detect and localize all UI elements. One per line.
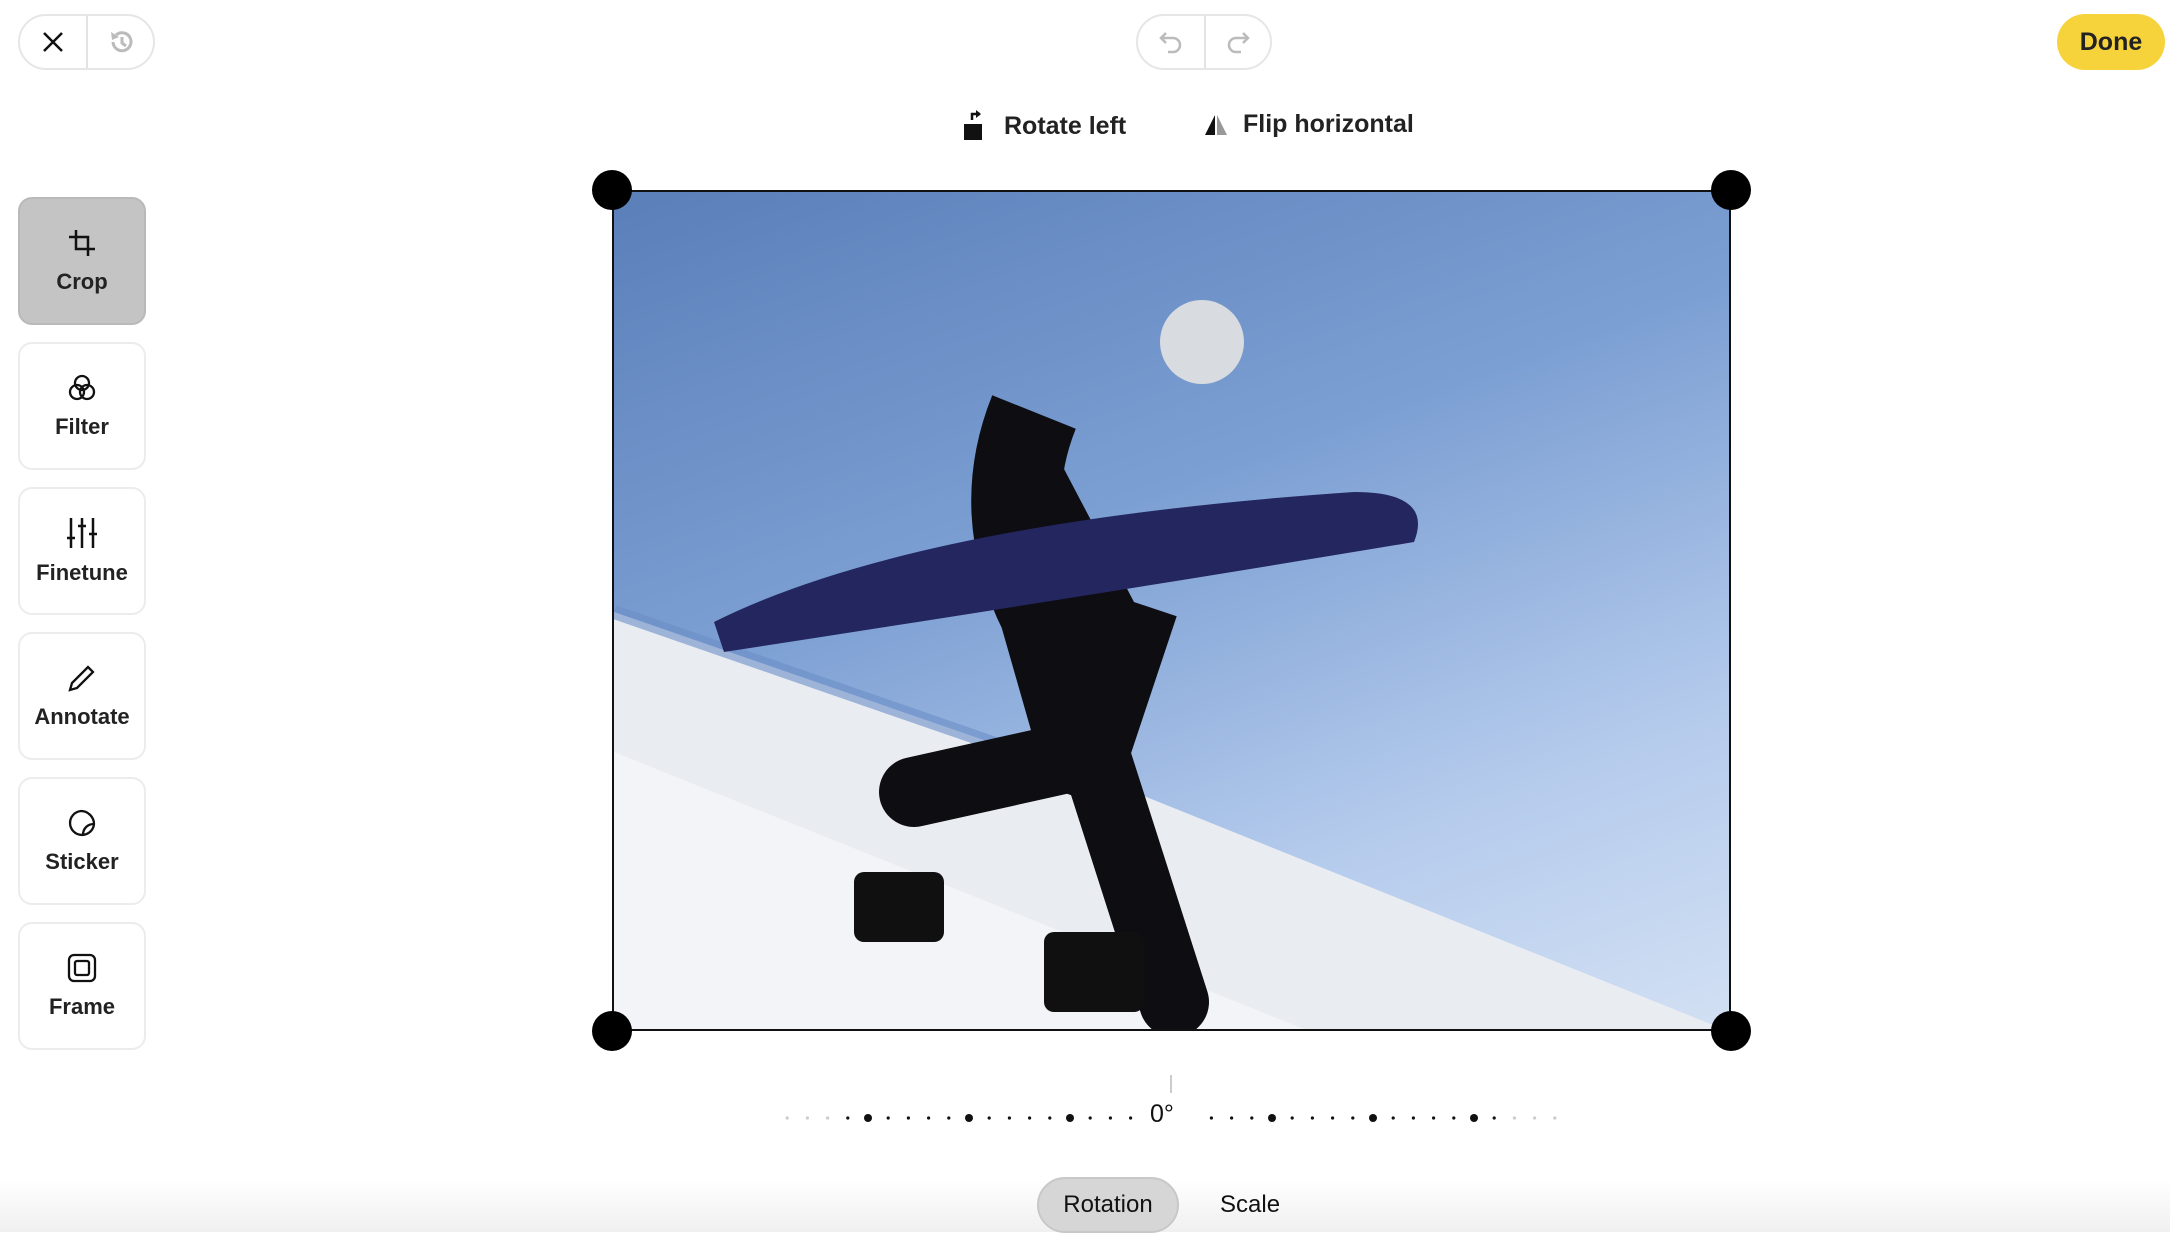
ruler-minor-dot [1391,1116,1395,1120]
tool-frame[interactable]: Frame [18,922,146,1050]
redo-button[interactable] [1203,16,1270,68]
ruler-minor-dot [1048,1116,1052,1120]
tool-label: Annotate [34,704,130,729]
tool-label: Crop [56,269,108,294]
ruler-minor-dot [906,1116,911,1120]
ruler-major-dot [965,1114,973,1122]
done-button[interactable]: Done [2057,14,2165,70]
tool-annotate[interactable]: Annotate [18,632,146,760]
tool-label: Frame [48,994,116,1019]
ruler-minor-dot [1492,1116,1496,1120]
ruler-minor-dot [1129,1116,1133,1120]
rotate-left-button[interactable]: Rotate left [962,110,1126,142]
flip-horizontal-button[interactable]: Flip horizontal [1203,110,1414,139]
crop-handle-top-left[interactable] [592,170,632,210]
tool-finetune[interactable]: Finetune [18,487,146,615]
history-icon [110,31,133,53]
crop-icon [69,230,95,256]
ruler-minor-dot [805,1116,810,1120]
ruler-minor-dot [1088,1116,1092,1120]
photo-image [614,300,1724,1029]
ruler-minor-dot [987,1116,991,1120]
close-button[interactable] [20,16,86,68]
history-controls [18,14,155,70]
filter-icon [68,374,96,401]
pencil-icon [68,665,95,692]
ruler-major-dot [864,1114,872,1122]
sticker-icon [68,809,96,837]
tool-crop[interactable]: Crop [18,197,146,325]
ruler-minor-dot [785,1116,789,1120]
crop-handle-bottom-right[interactable] [1711,1011,1751,1051]
ruler-minor-dot [886,1116,890,1120]
redo-icon [1227,32,1250,54]
rotate-left-label: Rotate left [1004,111,1127,140]
sliders-icon [67,518,97,548]
ruler-major-dot [1369,1114,1377,1122]
history-button[interactable] [86,16,153,68]
ruler-minor-dot [846,1116,850,1120]
tool-label: Sticker [45,849,119,874]
frame-icon [67,953,97,983]
ruler-minor-dot [1452,1116,1456,1120]
rotation-value: 0° [1150,1100,1174,1128]
ruler-minor-dot [1553,1116,1557,1120]
ruler-minor-dot [1411,1116,1415,1120]
crop-handle-top-right[interactable] [1711,170,1751,210]
tab-scale[interactable]: Scale [1220,1177,1280,1233]
ruler-major-dot [1066,1114,1074,1122]
tool-label: Filter [55,414,109,439]
ruler-minor-dot [1432,1116,1436,1120]
ruler-minor-dot [1533,1116,1537,1120]
ruler-major-dot [1470,1114,1478,1122]
close-icon [43,32,64,52]
ruler-minor-dot [826,1116,830,1120]
tool-sticker[interactable]: Sticker [18,777,146,905]
undo-icon [1159,32,1182,54]
ruler-minor-dot [1230,1116,1234,1120]
undo-redo [1136,14,1272,70]
ruler-minor-dot [1310,1116,1314,1120]
crop-handle-bottom-left[interactable] [592,1011,632,1051]
ruler-minor-dot [1250,1116,1254,1120]
ruler-minor-dot [1331,1116,1335,1120]
undo-button[interactable] [1138,16,1204,68]
tab-rotation[interactable]: Rotation [1037,1177,1179,1233]
ruler-minor-dot [947,1116,951,1120]
tool-label: Finetune [36,560,128,585]
ruler-minor-dot [1007,1116,1012,1120]
ruler-minor-dot [1108,1116,1112,1120]
ruler-minor-dot [1290,1116,1294,1120]
rotate-left-icon [964,110,982,140]
tool-filter[interactable]: Filter [18,342,146,470]
flip-horizontal-icon [1205,114,1227,135]
photo-canvas[interactable] [612,190,1731,1031]
ruler-minor-dot [1028,1116,1032,1120]
ruler-minor-dot [1351,1116,1355,1120]
flip-horizontal-label: Flip horizontal [1243,110,1414,138]
ruler-minor-dot [1209,1116,1213,1120]
ruler-minor-dot [1512,1116,1516,1120]
ruler-minor-dot [927,1116,931,1120]
ruler-major-dot [1268,1114,1276,1122]
